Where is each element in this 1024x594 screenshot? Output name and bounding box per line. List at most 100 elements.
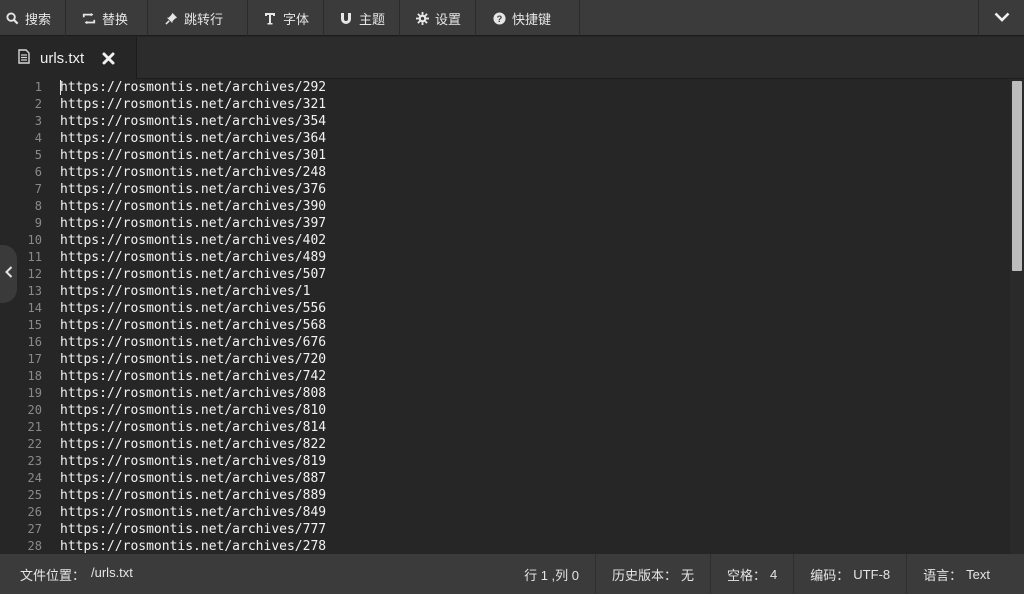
language-value: Text: [966, 566, 990, 582]
tab-urls-txt[interactable]: urls.txt: [0, 37, 137, 79]
toolbar: 搜索 替换 跳转行 字体 主题 设置 ? 快捷键: [0, 0, 1024, 36]
line-number-gutter: 1 2 3 4 5 6 7 8 9 10 11 12 13 14 15 16 17 18 19 20 21 22 23 24 2…: [0, 79, 50, 554]
code-line[interactable]: https://rosmontis.net/archives/354: [60, 113, 1010, 130]
line-number: 6: [34, 165, 42, 179]
line-number: 17: [27, 352, 42, 366]
line-number: 8: [34, 199, 42, 213]
line-number: 25: [27, 488, 42, 502]
scrollbar-thumb[interactable]: [1012, 81, 1022, 271]
code-line[interactable]: https://rosmontis.net/archives/248: [60, 164, 1010, 181]
line-number: 15: [27, 318, 42, 332]
search-button[interactable]: 搜索: [0, 0, 66, 36]
line-number: 22: [27, 437, 42, 451]
line-number: 1: [34, 80, 42, 94]
font-label: 字体: [282, 11, 309, 27]
history-label: 历史版本：: [612, 567, 678, 583]
cursor-position[interactable]: 行 1 ,列 0: [508, 554, 595, 594]
chevron-down-icon: [994, 9, 1010, 27]
help-icon: ?: [492, 11, 506, 25]
settings-label: 设置: [435, 11, 462, 27]
replace-label: 替换: [102, 11, 129, 27]
theme-icon: [340, 11, 353, 25]
code-line[interactable]: https://rosmontis.net/archives/402: [60, 232, 1010, 249]
line-number: 21: [27, 420, 42, 434]
line-number: 24: [27, 471, 42, 485]
code-line[interactable]: https://rosmontis.net/archives/390: [60, 198, 1010, 215]
status-bar: 文件位置： /urls.txt 行 1 ,列 0 历史版本： 无 空格： 4 编…: [0, 554, 1024, 594]
line-number: 27: [27, 522, 42, 536]
code-line[interactable]: https://rosmontis.net/archives/556: [60, 300, 1010, 317]
line-number: 18: [27, 369, 42, 383]
file-location: 文件位置： /urls.txt: [0, 565, 508, 584]
line-number: 28: [27, 539, 42, 553]
shortcuts-label: 快捷键: [512, 11, 552, 27]
code-line[interactable]: https://rosmontis.net/archives/321: [60, 96, 1010, 113]
collapse-toolbar-button[interactable]: [978, 0, 1024, 36]
close-icon[interactable]: [102, 52, 115, 65]
code-line[interactable]: https://rosmontis.net/archives/364: [60, 130, 1010, 147]
code-line[interactable]: https://rosmontis.net/archives/814: [60, 419, 1010, 436]
code-line[interactable]: https://rosmontis.net/archives/278: [60, 538, 1010, 554]
code-line[interactable]: https://rosmontis.net/archives/887: [60, 470, 1010, 487]
tab-filename: urls.txt: [40, 49, 85, 67]
theme-label: 主题: [358, 11, 385, 27]
line-number: 7: [34, 182, 42, 196]
code-line[interactable]: https://rosmontis.net/archives/568: [60, 317, 1010, 334]
code-editor[interactable]: 1 2 3 4 5 6 7 8 9 10 11 12 13 14 15 16 17 18 19 20 21 22 23 24 2…: [0, 79, 1010, 554]
line-number: 26: [27, 505, 42, 519]
code-line[interactable]: https://rosmontis.net/archives/742: [60, 368, 1010, 385]
shortcuts-button[interactable]: ? 快捷键: [476, 0, 580, 36]
code-line[interactable]: https://rosmontis.net/archives/397: [60, 215, 1010, 232]
code-line[interactable]: https://rosmontis.net/archives/822: [60, 436, 1010, 453]
code-line[interactable]: https://rosmontis.net/archives/849: [60, 504, 1010, 521]
history-value: 无: [681, 567, 695, 583]
file-path: /urls.txt: [91, 564, 133, 580]
code-line[interactable]: https://rosmontis.net/archives/292: [60, 79, 1010, 96]
line-number: 2: [34, 97, 42, 111]
encoding-setting[interactable]: 编码： UTF-8: [793, 554, 906, 594]
line-number: 23: [27, 454, 42, 468]
code-line[interactable]: https://rosmontis.net/archives/376: [60, 181, 1010, 198]
code-line[interactable]: https://rosmontis.net/archives/777: [60, 521, 1010, 538]
history-versions[interactable]: 历史版本： 无: [595, 554, 710, 594]
code-line[interactable]: https://rosmontis.net/archives/819: [60, 453, 1010, 470]
indent-setting[interactable]: 空格： 4: [710, 554, 793, 594]
text-cursor: [60, 80, 61, 95]
language-setting[interactable]: 语言： Text: [906, 554, 1024, 594]
language-label: 语言：: [923, 567, 963, 583]
font-button[interactable]: 字体: [248, 0, 324, 36]
code-line[interactable]: https://rosmontis.net/archives/489: [60, 249, 1010, 266]
goto-line-label: 跳转行: [184, 11, 224, 27]
cursor-position-value: 行 1 ,列 0: [524, 567, 579, 583]
indent-value: 4: [770, 566, 778, 582]
code-area[interactable]: https://rosmontis.net/archives/292 https:…: [60, 79, 1010, 554]
code-line[interactable]: https://rosmontis.net/archives/808: [60, 385, 1010, 402]
code-line[interactable]: https://rosmontis.net/archives/1: [60, 283, 1010, 300]
tab-bar: urls.txt: [0, 37, 1024, 79]
code-line[interactable]: https://rosmontis.net/archives/676: [60, 334, 1010, 351]
svg-text:?: ?: [496, 13, 502, 23]
code-line[interactable]: https://rosmontis.net/archives/301: [60, 147, 1010, 164]
line-number: 4: [34, 131, 42, 145]
settings-button[interactable]: 设置: [400, 0, 476, 36]
code-line[interactable]: https://rosmontis.net/archives/810: [60, 402, 1010, 419]
pin-icon: [164, 11, 178, 25]
chevron-left-icon: [4, 265, 13, 283]
line-number: 9: [34, 216, 42, 230]
font-icon: [264, 11, 277, 25]
line-number: 19: [27, 386, 42, 400]
line-number: 14: [27, 301, 42, 315]
replace-icon: [82, 11, 96, 25]
gear-icon: [416, 11, 429, 25]
encoding-label: 编码：: [810, 567, 850, 583]
code-line[interactable]: https://rosmontis.net/archives/507: [60, 266, 1010, 283]
line-number: 20: [27, 403, 42, 417]
code-line[interactable]: https://rosmontis.net/archives/720: [60, 351, 1010, 368]
goto-line-button[interactable]: 跳转行: [148, 0, 248, 36]
theme-button[interactable]: 主题: [324, 0, 400, 36]
replace-button[interactable]: 替换: [66, 0, 148, 36]
document-icon: [18, 48, 30, 68]
vertical-scrollbar[interactable]: [1010, 79, 1024, 554]
code-line[interactable]: https://rosmontis.net/archives/889: [60, 487, 1010, 504]
side-panel-toggle[interactable]: [0, 245, 17, 303]
